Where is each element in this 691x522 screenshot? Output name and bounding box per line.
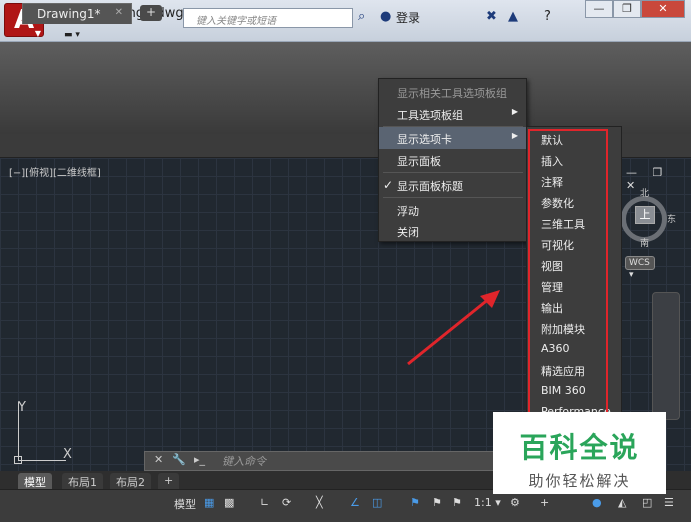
clean-screen-icon[interactable]: ◰ [642, 496, 652, 509]
watermark-subtitle: 助你轻松解决 [528, 472, 631, 490]
ortho-icon[interactable]: ∟ [260, 496, 269, 509]
tab-layout1[interactable]: 布局1 [62, 473, 103, 489]
close-command-line-icon[interactable]: ✕ [154, 453, 163, 466]
customization-menu-icon[interactable]: ☰ [664, 496, 674, 509]
command-prompt-icon[interactable]: ▸_ [194, 453, 205, 466]
annotation-scale-dropdown[interactable]: 1:1 ▾ [474, 496, 501, 509]
polar-icon[interactable]: ⟳ [282, 496, 291, 509]
annotation-visibility-icon[interactable]: ⚑ [410, 496, 420, 509]
tab-layout2[interactable]: 布局2 [110, 473, 151, 489]
arrow-shaft [407, 296, 491, 366]
osnap-icon[interactable]: ╳ [316, 496, 323, 509]
hardware-acceleration-icon[interactable]: ◭ [618, 496, 626, 509]
snap-icon[interactable]: ▩ [224, 496, 234, 509]
auto-scale-icon[interactable]: ⚑ [432, 496, 442, 509]
dynamic-ucs-icon[interactable]: ∠ [350, 496, 360, 509]
selection-cycling-icon[interactable]: ◫ [372, 496, 382, 509]
model-space-button[interactable]: 模型 [174, 496, 196, 512]
watermark-logo: 百科全说 助你轻松解决 [493, 412, 666, 494]
annotation-scale-icon[interactable]: ⚑ [452, 496, 462, 509]
isolate-icon[interactable]: ● [592, 496, 602, 509]
plus-icon[interactable]: + [540, 496, 549, 509]
grid-icon[interactable]: ▦ [204, 496, 214, 509]
workspace-gear-icon[interactable]: ⚙ [510, 496, 520, 509]
add-layout-button[interactable]: + [158, 473, 180, 489]
command-input[interactable]: 键入命令 [222, 453, 266, 469]
customize-wrench-icon[interactable]: 🔧 [172, 453, 186, 466]
tab-model[interactable]: 模型 [18, 473, 52, 489]
watermark-title: 百科全说 [519, 431, 640, 464]
